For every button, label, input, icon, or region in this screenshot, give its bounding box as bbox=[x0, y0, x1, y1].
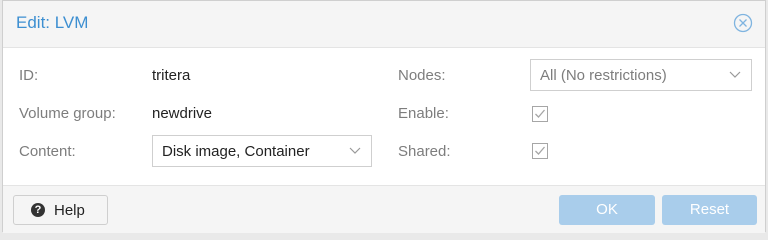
content-select[interactable]: Disk image, Container bbox=[152, 135, 372, 167]
volume-group-value: newdrive bbox=[152, 105, 213, 122]
nodes-select-value: All (No restrictions) bbox=[540, 67, 667, 84]
content-label: Content: bbox=[19, 143, 76, 160]
close-icon[interactable] bbox=[733, 13, 753, 33]
chevron-down-icon bbox=[729, 71, 741, 78]
dialog-title: Edit: LVM bbox=[16, 13, 89, 32]
nodes-label: Nodes: bbox=[398, 67, 446, 84]
checkmark-icon bbox=[535, 146, 545, 155]
dialog-header: Edit: LVM bbox=[3, 1, 765, 48]
content-select-value: Disk image, Container bbox=[162, 143, 310, 160]
dialog-footer: ? Help OK Reset bbox=[3, 185, 765, 233]
checkmark-icon bbox=[535, 109, 545, 118]
ok-button[interactable]: OK bbox=[559, 195, 655, 225]
reset-button[interactable]: Reset bbox=[662, 195, 757, 225]
enable-label: Enable: bbox=[398, 105, 449, 122]
shared-checkbox[interactable] bbox=[532, 143, 548, 159]
help-button-label: Help bbox=[54, 202, 85, 219]
chevron-down-icon bbox=[349, 147, 361, 154]
nodes-select[interactable]: All (No restrictions) bbox=[530, 59, 752, 91]
enable-checkbox[interactable] bbox=[532, 106, 548, 122]
edit-lvm-dialog: Edit: LVM ID: tritera Volume group: newd… bbox=[2, 0, 766, 233]
id-value: tritera bbox=[152, 67, 191, 84]
help-button[interactable]: ? Help bbox=[13, 195, 108, 225]
shared-label: Shared: bbox=[398, 143, 451, 160]
id-label: ID: bbox=[19, 67, 39, 84]
volume-group-label: Volume group: bbox=[19, 105, 116, 122]
question-circle-icon: ? bbox=[31, 203, 45, 217]
